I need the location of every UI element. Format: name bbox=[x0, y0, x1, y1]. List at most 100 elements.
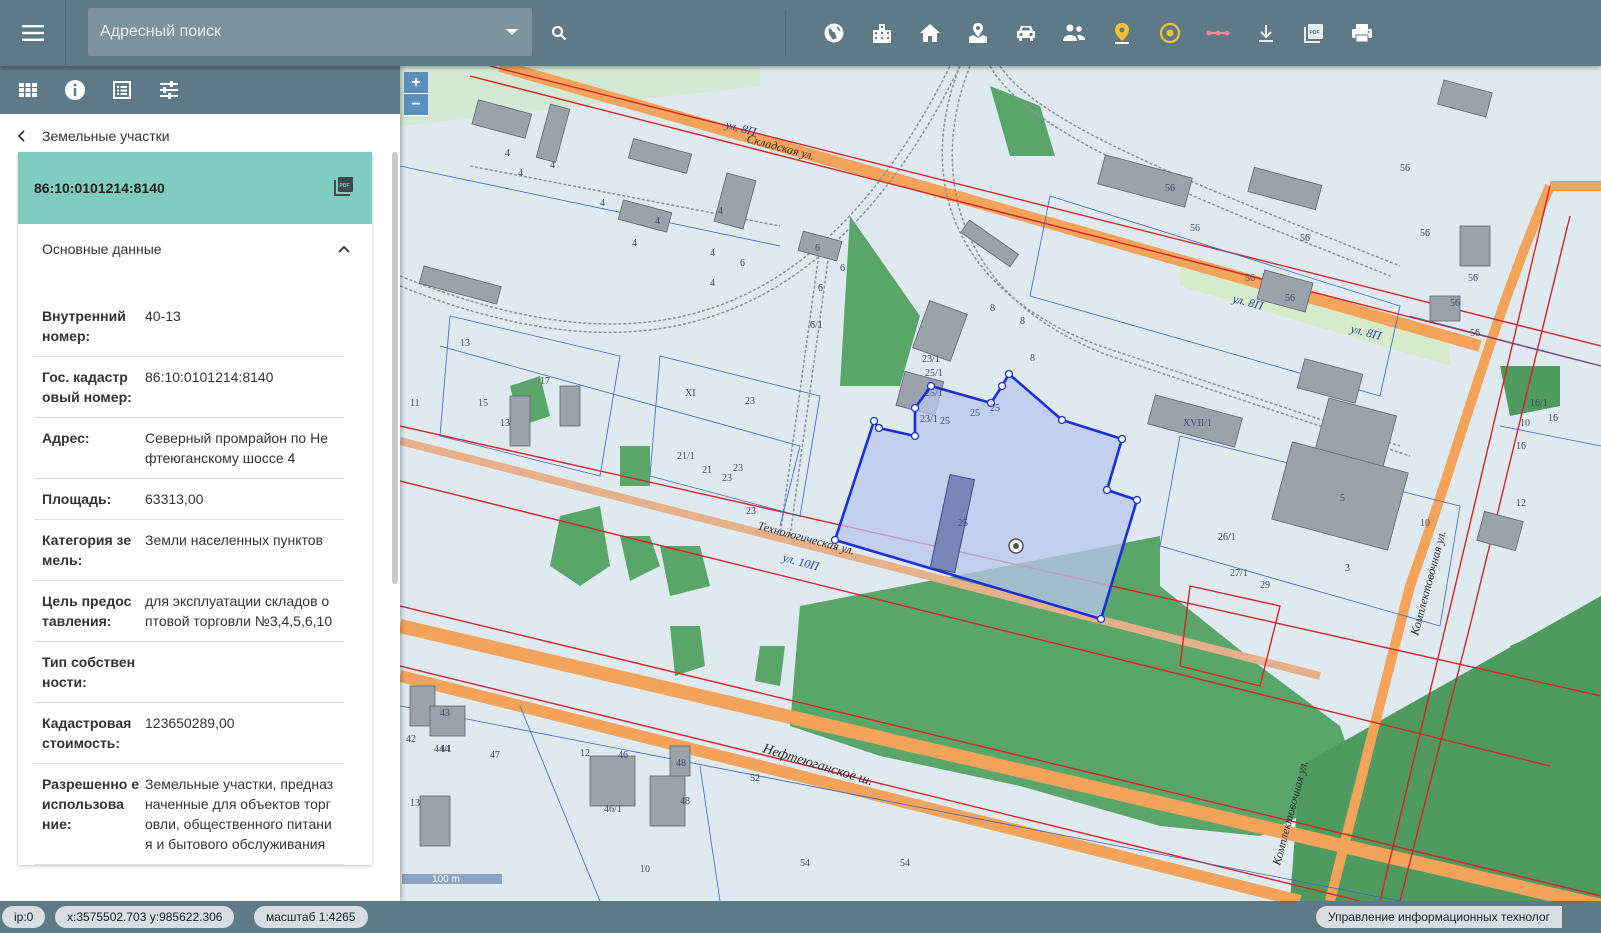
block-number-label: 6 bbox=[815, 243, 820, 254]
tab-list[interactable] bbox=[98, 66, 145, 114]
scale-bar-label: 100 m bbox=[432, 874, 460, 885]
info-panel: Земельные участки 86:10:0101214:8140 PDF… bbox=[0, 66, 400, 901]
attr-row: Цель предос тавления: для эксплуатации ск… bbox=[34, 581, 344, 642]
panel-scrollbar[interactable] bbox=[392, 152, 398, 584]
block-number-label: 46 bbox=[618, 750, 628, 761]
block-number-label: 4 bbox=[600, 198, 605, 209]
tab-info[interactable] bbox=[51, 66, 98, 114]
print-button[interactable] bbox=[1338, 16, 1386, 50]
attr-row: Площадь: 63313,00 bbox=[34, 479, 344, 520]
grid-icon bbox=[18, 83, 37, 97]
block-number-label: 25 bbox=[970, 408, 980, 419]
attr-key: Категория зе мель: bbox=[42, 532, 132, 568]
parcel-card: 86:10:0101214:8140 PDF Основные данные В… bbox=[18, 152, 372, 865]
download-button[interactable] bbox=[1242, 16, 1290, 50]
section-main-data[interactable]: Основные данные bbox=[18, 224, 372, 274]
block-number-label: 11 bbox=[410, 398, 420, 409]
measure-button[interactable] bbox=[1194, 16, 1242, 50]
map-canvas[interactable]: ул. 8П ул. 8П ул. 8П Складская ул. Техно… bbox=[400, 66, 1601, 901]
block-number-label: 5 bbox=[1340, 493, 1345, 504]
info-icon bbox=[64, 80, 85, 100]
tab-layers[interactable] bbox=[4, 66, 51, 114]
top-toolbar: PDF bbox=[0, 0, 1601, 66]
chevron-left-icon bbox=[17, 130, 25, 142]
block-number-label: 21/1 bbox=[677, 451, 695, 462]
attr-value: 40-13 bbox=[145, 308, 181, 324]
svg-text:PDF: PDF bbox=[340, 183, 350, 189]
search-input[interactable] bbox=[88, 8, 532, 56]
block-number-label: 15 bbox=[478, 398, 488, 409]
attr-value: Северный промрайон по Не фтеюганскому шо… bbox=[145, 430, 328, 466]
block-number-label: 4 bbox=[710, 278, 715, 289]
zoom-out-button[interactable]: − bbox=[404, 94, 428, 116]
block-number-label: 6 bbox=[818, 283, 823, 294]
people-button[interactable] bbox=[1050, 16, 1098, 50]
back-button[interactable] bbox=[10, 125, 32, 147]
map-pin-button[interactable] bbox=[1098, 16, 1146, 50]
block-number-label: 25 bbox=[940, 416, 950, 427]
block-number-label: 17 bbox=[540, 376, 550, 387]
search-button[interactable] bbox=[544, 18, 574, 48]
block-number-label: 8 bbox=[1030, 353, 1035, 364]
map-tools: PDF bbox=[810, 16, 1386, 50]
landscape-button[interactable] bbox=[954, 16, 1002, 50]
block-number-label: 4 bbox=[550, 160, 555, 171]
attr-value: 86:10:0101214:8140 bbox=[145, 369, 274, 385]
attr-key: Цель предос тавления: bbox=[42, 593, 132, 629]
block-number-label: 23 bbox=[733, 463, 743, 474]
block-number-label: 56 bbox=[1450, 298, 1460, 309]
tab-filters[interactable] bbox=[145, 66, 192, 114]
block-number-label: 43 bbox=[440, 708, 450, 719]
attr-value: 63313,00 bbox=[145, 491, 204, 507]
block-number-label: 3 bbox=[1345, 563, 1350, 574]
status-bar: ip:0 x:3575502.703 y:985622.306 масштаб … bbox=[0, 901, 1601, 933]
block-number-label: 4 bbox=[710, 248, 715, 259]
ip-indicator: ip:0 bbox=[2, 906, 46, 928]
attr-value: 123650289,00 bbox=[145, 715, 235, 731]
attr-row: Кадастровая стоимость: 123650289,00 bbox=[34, 703, 344, 764]
scale-bar: 100 m bbox=[402, 872, 502, 885]
map-svg: ул. 8П ул. 8П ул. 8П Складская ул. Техно… bbox=[400, 66, 1601, 901]
block-number-label: 47 bbox=[490, 750, 500, 761]
building-button[interactable] bbox=[858, 16, 906, 50]
attribute-list: Внутренний номер: 40-13 Гос. кадастр овый… bbox=[18, 274, 372, 865]
chevron-down-icon[interactable] bbox=[506, 29, 518, 35]
globe-button[interactable] bbox=[810, 16, 858, 50]
block-number-label: 13 bbox=[500, 418, 510, 429]
block-number-label: 10 bbox=[1420, 518, 1430, 529]
measure-icon bbox=[1206, 30, 1230, 36]
attr-row: Тип собствен ности: bbox=[34, 642, 344, 703]
attr-row: Разрешенно е использова ние: Земельные уч… bbox=[34, 764, 344, 865]
menu-button[interactable] bbox=[0, 0, 66, 66]
car-button[interactable] bbox=[1002, 16, 1050, 50]
block-number-label: 56 bbox=[1470, 328, 1480, 339]
block-number-label: 23 bbox=[745, 396, 755, 407]
list-icon bbox=[112, 81, 131, 99]
address-search[interactable] bbox=[88, 8, 532, 56]
pdf-export-button[interactable]: PDF bbox=[334, 176, 354, 201]
block-number-label: 23/1 bbox=[920, 414, 938, 425]
block-number-label: 26/1 bbox=[1218, 532, 1236, 543]
attr-value: для эксплуатации складов о птовой торгов… bbox=[145, 593, 333, 629]
block-number-label: 56 bbox=[1245, 273, 1255, 284]
attr-row: Адрес: Северный промрайон по Не фтеюганск… bbox=[34, 418, 344, 479]
block-number-label: 21 bbox=[702, 465, 712, 476]
zoom-in-button[interactable]: + bbox=[404, 72, 428, 94]
block-number-label: 6 bbox=[840, 263, 845, 274]
block-number-label: 48 bbox=[676, 758, 686, 769]
car-icon bbox=[1017, 26, 1035, 41]
block-number-label: 16/1 bbox=[1530, 398, 1548, 409]
block-number-label: 13 bbox=[460, 338, 470, 349]
target-button[interactable] bbox=[1146, 16, 1194, 50]
attr-value: Земли населенных пунктов bbox=[145, 532, 324, 548]
attr-key: Адрес: bbox=[42, 430, 90, 446]
home-button[interactable] bbox=[906, 16, 954, 50]
organization-label: Управление информационных технолог bbox=[1316, 906, 1562, 928]
breadcrumb-label: Земельные участки bbox=[42, 128, 170, 144]
pdf-button[interactable]: PDF bbox=[1290, 16, 1338, 50]
block-number-label: 56 bbox=[1165, 183, 1175, 194]
pdf-icon: PDF bbox=[1304, 24, 1323, 43]
people-icon bbox=[1063, 24, 1085, 41]
attr-row: Внутренний номер: 40-13 bbox=[34, 296, 344, 357]
block-number-label: 56 bbox=[1190, 223, 1200, 234]
